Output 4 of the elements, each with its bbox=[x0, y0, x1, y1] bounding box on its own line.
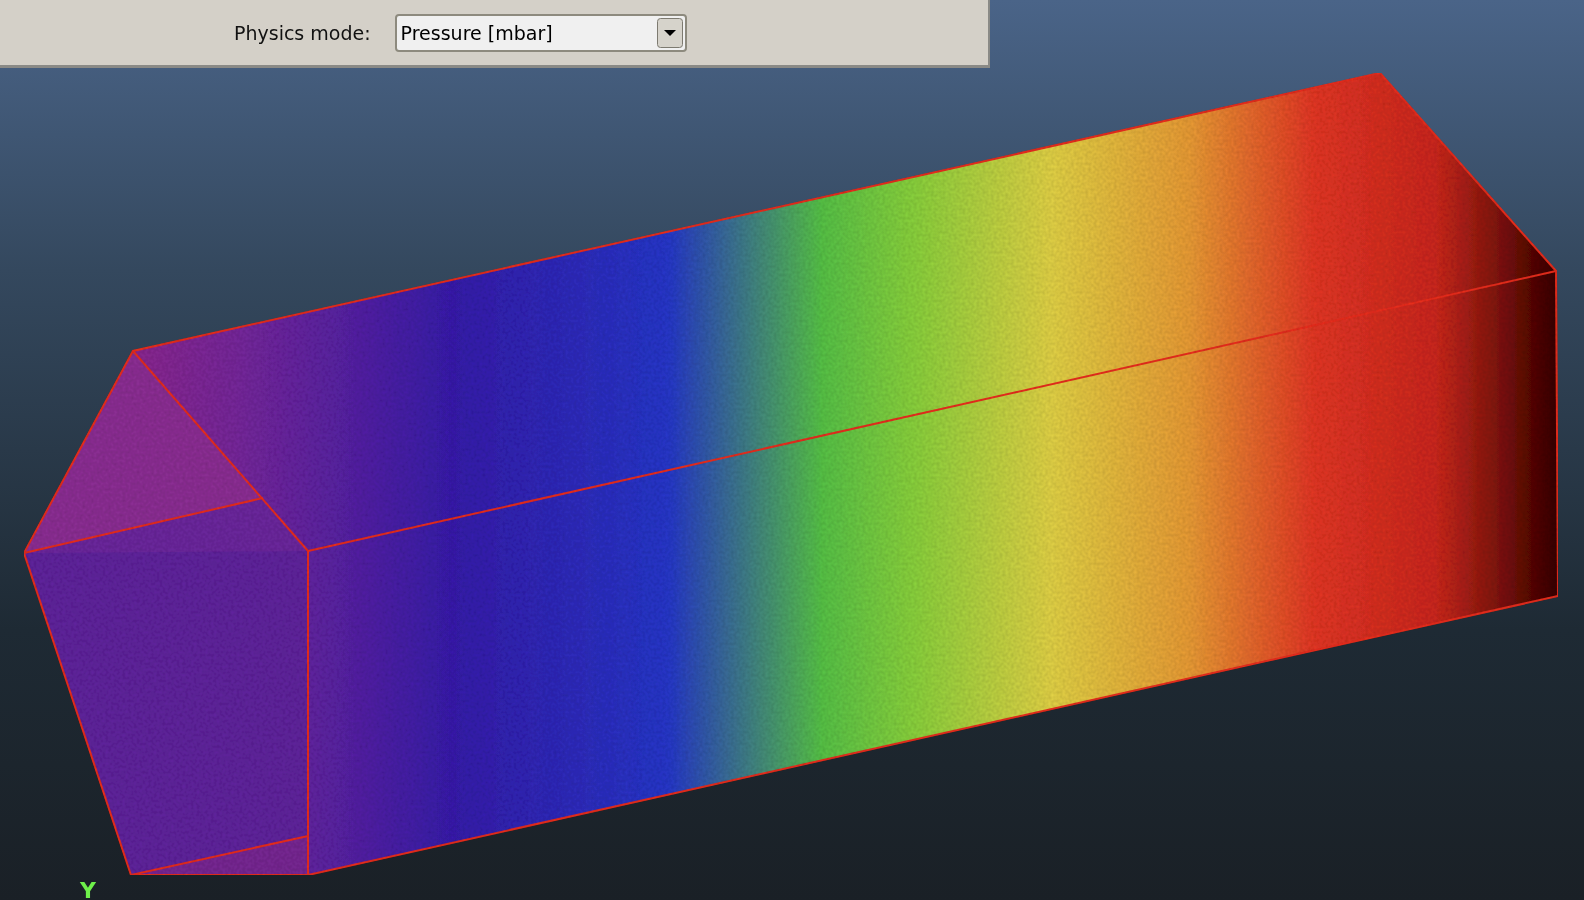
axis-label: Y bbox=[80, 880, 96, 900]
physics-mode-label: Physics mode: bbox=[234, 21, 371, 44]
3d-viewport[interactable]: Physics mode: Pressure [mbar] Y bbox=[0, 0, 1584, 900]
physics-mode-dropdown[interactable]: Pressure [mbar] bbox=[394, 13, 687, 52]
